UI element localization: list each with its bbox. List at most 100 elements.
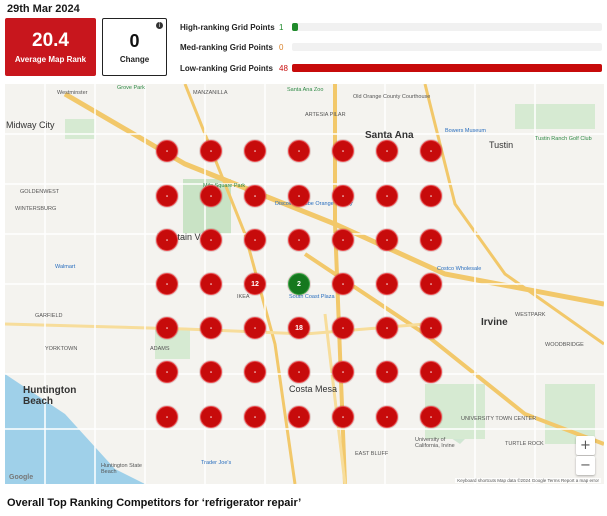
average-map-rank-label: Average Map Rank bbox=[14, 55, 87, 64]
map-label-midway-city: Midway City bbox=[6, 120, 55, 130]
map-label-artesia-pilar: ARTESIA PILAR bbox=[305, 112, 346, 118]
grid-pin[interactable]: - bbox=[244, 185, 266, 207]
low-ranking-label: Low-ranking Grid Points bbox=[180, 63, 273, 73]
map-label-irvine: Irvine bbox=[481, 317, 508, 328]
grid-pin[interactable]: - bbox=[332, 273, 354, 295]
grid-pin[interactable]: - bbox=[332, 229, 354, 251]
high-ranking-count: 1 bbox=[279, 22, 284, 32]
grid-pin[interactable]: 12 bbox=[244, 273, 266, 295]
grid-pin[interactable]: - bbox=[420, 185, 442, 207]
grid-pin[interactable]: - bbox=[376, 317, 398, 339]
grid-pin[interactable]: - bbox=[376, 361, 398, 383]
grid-pin[interactable]: - bbox=[288, 361, 310, 383]
report-date: 29th Mar 2024 bbox=[7, 3, 80, 15]
competitors-section-title: Overall Top Ranking Competitors for ‘ref… bbox=[7, 497, 302, 509]
map-label-grove-park: Grove Park bbox=[117, 85, 145, 91]
map-label-tustin-ranch: Tustin Ranch Golf Club bbox=[535, 136, 592, 142]
map-label-south-coast-plaza: South Coast Plaza bbox=[289, 294, 335, 300]
med-ranking-label: Med-ranking Grid Points bbox=[180, 42, 273, 52]
grid-pin[interactable]: - bbox=[156, 317, 178, 339]
zoom-in-button[interactable]: + bbox=[576, 436, 595, 455]
grid-pin[interactable]: - bbox=[156, 361, 178, 383]
low-ranking-bar-fill bbox=[292, 64, 602, 72]
grid-pin[interactable]: - bbox=[200, 361, 222, 383]
grid-pin[interactable]: - bbox=[200, 229, 222, 251]
grid-pin[interactable]: - bbox=[200, 185, 222, 207]
average-map-rank-card: 20.4 Average Map Rank bbox=[5, 18, 96, 76]
map-label-university-town: UNIVERSITY TOWN CENTER bbox=[461, 416, 537, 422]
map-label-east-bluff: EAST BLUFF bbox=[355, 451, 389, 457]
grid-pin[interactable]: - bbox=[420, 361, 442, 383]
grid-pin[interactable]: - bbox=[244, 229, 266, 251]
map-label-walmart: Walmart bbox=[55, 264, 76, 270]
grid-pin[interactable]: - bbox=[376, 229, 398, 251]
map-label-costco: Costco Wholesale bbox=[437, 266, 482, 272]
change-value: 0 bbox=[129, 31, 140, 51]
grid-pin[interactable]: - bbox=[200, 406, 222, 428]
google-logo: Google bbox=[9, 474, 34, 481]
grid-pin[interactable]: 2 bbox=[288, 273, 310, 295]
med-ranking-count: 0 bbox=[279, 42, 284, 52]
grid-pin[interactable]: - bbox=[332, 361, 354, 383]
grid-pin[interactable]: - bbox=[244, 406, 266, 428]
high-ranking-row: High-ranking Grid Points 1 bbox=[180, 21, 602, 33]
grid-pin[interactable]: 18 bbox=[288, 317, 310, 339]
grid-pin[interactable]: - bbox=[332, 185, 354, 207]
grid-pin[interactable]: - bbox=[156, 185, 178, 207]
average-map-rank-value: 20.4 bbox=[32, 30, 69, 51]
map-label-wintersburg: WINTERSBURG bbox=[15, 206, 57, 212]
grid-pin[interactable]: - bbox=[200, 317, 222, 339]
ranking-grid-map[interactable]: Grove Park Westminster MANZANILLA Santa … bbox=[5, 84, 604, 484]
map-label-manzanilla: MANZANILLA bbox=[193, 90, 228, 96]
grid-pin[interactable]: - bbox=[244, 140, 266, 162]
map-label-adams: ADAMS bbox=[150, 346, 170, 352]
grid-pin[interactable]: - bbox=[376, 185, 398, 207]
grid-pin[interactable]: - bbox=[376, 406, 398, 428]
change-card: i 0 Change bbox=[102, 18, 167, 76]
map-label-woodbridge: WOODBRIDGE bbox=[545, 342, 584, 348]
grid-pin[interactable]: - bbox=[200, 140, 222, 162]
grid-pin[interactable]: - bbox=[156, 273, 178, 295]
grid-pin[interactable]: - bbox=[156, 229, 178, 251]
grid-pin[interactable]: - bbox=[288, 185, 310, 207]
grid-pin[interactable]: - bbox=[420, 406, 442, 428]
map-attribution[interactable]: Keyboard shortcuts Map data ©2024 Google… bbox=[455, 478, 601, 483]
high-ranking-bar-fill bbox=[292, 23, 299, 31]
low-ranking-count: 48 bbox=[279, 63, 288, 73]
info-icon[interactable]: i bbox=[156, 22, 163, 29]
map-label-goldenwest: GOLDENWEST bbox=[20, 189, 60, 195]
med-ranking-row: Med-ranking Grid Points 0 bbox=[180, 41, 602, 53]
grid-pin[interactable]: - bbox=[332, 317, 354, 339]
grid-pin[interactable]: - bbox=[156, 140, 178, 162]
grid-pin[interactable]: - bbox=[244, 361, 266, 383]
map-label-costa-mesa: Costa Mesa bbox=[289, 384, 338, 394]
grid-pin[interactable]: - bbox=[332, 140, 354, 162]
grid-pin[interactable]: - bbox=[156, 406, 178, 428]
grid-pin[interactable]: - bbox=[288, 406, 310, 428]
grid-pin[interactable]: - bbox=[288, 229, 310, 251]
map-label-huntington-beach: Huntington Beach bbox=[23, 385, 77, 407]
map-label-trader-joes: Trader Joe's bbox=[201, 460, 232, 466]
grid-pin[interactable]: - bbox=[288, 140, 310, 162]
map-label-turtle-rock: TURTLE ROCK bbox=[505, 441, 544, 447]
map-label-ikea: IKEA bbox=[237, 294, 250, 300]
grid-pin[interactable]: - bbox=[200, 273, 222, 295]
grid-pin[interactable]: - bbox=[420, 140, 442, 162]
map-label-old-courthouse: Old Orange County Courthouse bbox=[353, 94, 431, 100]
zoom-out-button[interactable]: − bbox=[576, 456, 595, 475]
high-ranking-label: High-ranking Grid Points bbox=[180, 22, 275, 32]
map-label-tustin: Tustin bbox=[489, 140, 514, 150]
low-ranking-bar bbox=[292, 64, 602, 72]
grid-pin[interactable]: - bbox=[244, 317, 266, 339]
map-label-santa-ana-zoo: Santa Ana Zoo bbox=[287, 87, 324, 93]
map-label-huntington-state-beach: Huntington State Beach bbox=[101, 463, 142, 475]
grid-pin[interactable]: - bbox=[376, 273, 398, 295]
map-label-yorktown: YORKTOWN bbox=[45, 346, 78, 352]
change-label: Change bbox=[119, 55, 150, 64]
grid-pin[interactable]: - bbox=[420, 273, 442, 295]
grid-pin[interactable]: - bbox=[420, 229, 442, 251]
grid-pin[interactable]: - bbox=[376, 140, 398, 162]
map-label-uc-irvine: University of California, Irvine bbox=[415, 437, 455, 449]
grid-pin[interactable]: - bbox=[420, 317, 442, 339]
grid-pin[interactable]: - bbox=[332, 406, 354, 428]
